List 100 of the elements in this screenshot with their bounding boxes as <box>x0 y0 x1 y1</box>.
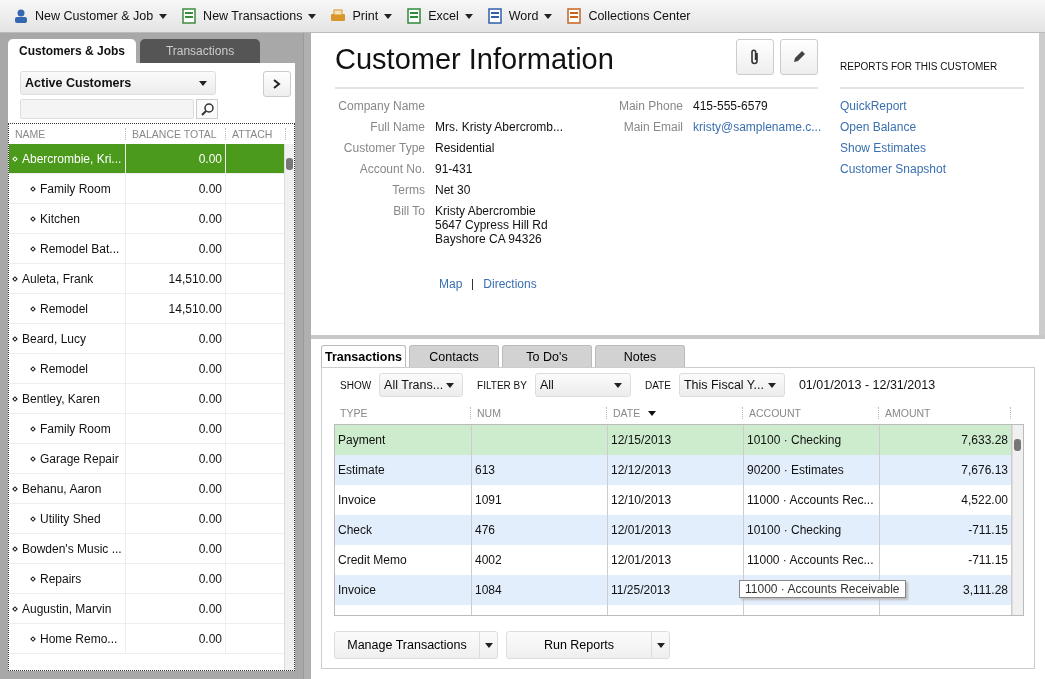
details-tab[interactable]: Notes <box>595 345 685 367</box>
view-dropdown[interactable]: Active Customers <box>20 71 216 95</box>
customer-row[interactable]: Family Room 0.00 <box>9 414 286 444</box>
customer-name: Kitchen <box>40 211 81 226</box>
column-header[interactable]: ATTACH <box>226 128 286 140</box>
toolbar-button[interactable]: Collections Center <box>561 4 696 28</box>
report-link[interactable]: Show Estimates <box>840 141 1024 155</box>
report-link[interactable]: QuickReport <box>840 99 1024 113</box>
account-text: 11000 · Accounts Rec... <box>747 553 874 567</box>
details-tab[interactable]: Contacts <box>409 345 499 367</box>
customer-name: Behanu, Aaron <box>22 481 102 496</box>
transaction-row[interactable]: Estimate 613 12/12/2013 90200 · Estimates 7,676.13 <box>335 455 1012 485</box>
scrollbar[interactable] <box>284 144 295 670</box>
email-link[interactable]: kristy@samplename.c... <box>693 120 822 134</box>
transaction-row[interactable]: Check 476 12/01/2013 10100 · Checking -711.15 <box>335 515 1012 545</box>
customer-name: Bentley, Karen <box>22 391 100 406</box>
amount-text: -711.15 <box>968 523 1008 537</box>
split-button[interactable]: Run Reports <box>506 631 670 659</box>
scrollbar[interactable] <box>1039 33 1045 335</box>
column-header[interactable]: ACCOUNT <box>743 407 879 419</box>
panel-tab[interactable]: Transactions <box>140 39 260 63</box>
customer-row[interactable]: Bowden's Music ... 0.00 <box>9 534 286 564</box>
map-link[interactable]: Directions <box>483 277 537 291</box>
column-header[interactable]: TYPE <box>334 407 471 419</box>
caret-icon <box>446 382 455 388</box>
customer-row[interactable]: Utility Shed 0.00 <box>9 504 286 534</box>
split-button[interactable]: Manage Transactions <box>334 631 498 659</box>
panel-tab[interactable]: Customers & Jobs <box>8 39 136 63</box>
customer-name: Utility Shed <box>40 511 101 526</box>
customer-row[interactable]: Beard, Lucy 0.00 <box>9 324 286 354</box>
column-header[interactable]: DATE <box>607 407 743 419</box>
column-header[interactable]: BALANCE TOTAL <box>126 128 226 140</box>
field-value: Mrs. Kristy Abercromb... <box>435 120 565 134</box>
column-header[interactable]: NAME <box>9 128 126 140</box>
date-text: 12/12/2013 <box>611 463 672 477</box>
expand-button[interactable] <box>263 71 292 97</box>
toolbar-button[interactable]: New Transactions <box>176 4 322 28</box>
attach-button[interactable] <box>736 39 774 75</box>
transaction-row[interactable]: Payment 12/15/2013 10100 · Checking 7,633.28 <box>335 425 1012 455</box>
pencil-icon <box>791 49 807 65</box>
caret-icon <box>384 13 393 19</box>
report-link[interactable]: Open Balance <box>840 120 1024 134</box>
paperclip-icon <box>750 49 760 65</box>
customer-name: Auleta, Frank <box>22 271 94 286</box>
filter-dropdown[interactable]: This Fiscal Y... <box>678 373 785 397</box>
caret-icon <box>308 13 317 19</box>
balance-value: 0.00 <box>198 451 222 466</box>
document-icon <box>181 8 198 24</box>
scrollbar[interactable] <box>1012 425 1023 615</box>
balance-value: 0.00 <box>198 241 222 256</box>
customer-row[interactable]: Remodel 14,510.00 <box>9 294 286 324</box>
customer-row[interactable]: Home Remo... 0.00 <box>9 624 286 654</box>
caret-icon <box>613 382 622 388</box>
field-label: Account No. <box>358 162 425 176</box>
amount-text: -711.15 <box>968 553 1008 567</box>
report-link[interactable]: Customer Snapshot <box>840 162 1024 176</box>
filter-dropdown[interactable]: All Trans... <box>379 373 464 397</box>
caret-icon <box>544 13 553 19</box>
customer-name: Remodel <box>40 361 89 376</box>
search-button[interactable] <box>196 99 218 119</box>
customer-row[interactable]: Auleta, Frank 14,510.00 <box>9 264 286 294</box>
toolbar-button[interactable]: Excel <box>401 4 478 28</box>
transaction-row[interactable]: Credit Memo 4002 12/01/2013 11000 · Accounts Rec... -711.15 <box>335 545 1012 575</box>
field-value: 415-555-6579 <box>693 99 769 113</box>
customer-row[interactable]: Bentley, Karen 0.00 <box>9 384 286 414</box>
toolbar-button[interactable]: New Customer & Job <box>8 4 173 28</box>
map-link[interactable]: Map <box>439 277 463 291</box>
column-header[interactable]: AMOUNT <box>879 407 1011 419</box>
balance-value: 0.00 <box>198 211 222 226</box>
customer-row[interactable]: Repairs 0.00 <box>9 564 286 594</box>
toolbar-button[interactable]: Print <box>325 4 398 28</box>
filter-label: DATE <box>644 379 671 391</box>
search-field[interactable] <box>20 99 194 119</box>
customer-row[interactable]: Family Room 0.00 <box>9 174 286 204</box>
customer-row[interactable]: Abercrombie, Kri... 0.00 <box>9 144 286 174</box>
column-header[interactable]: NUM <box>471 407 607 419</box>
customer-name: Abercrombie, Kri... <box>22 151 122 166</box>
details-tab[interactable]: Transactions <box>321 345 406 367</box>
customer-row[interactable]: Garage Repair 0.00 <box>9 444 286 474</box>
filter-dropdown[interactable]: All <box>534 373 631 397</box>
type-text: Credit Memo <box>338 553 407 567</box>
num-text: 613 <box>475 463 496 477</box>
balance-value: 0.00 <box>198 571 222 586</box>
customer-row[interactable]: Remodel 0.00 <box>9 354 286 384</box>
num-text: 4002 <box>475 553 502 567</box>
customer-row[interactable]: Kitchen 0.00 <box>9 204 286 234</box>
customer-row[interactable]: Behanu, Aaron 0.00 <box>9 474 286 504</box>
details-tab[interactable]: To Do's <box>502 345 592 367</box>
balance-value: 0.00 <box>198 361 222 376</box>
customer-row[interactable]: Remodel Bat... 0.00 <box>9 234 286 264</box>
field-label: Full Name <box>369 120 425 134</box>
customer-row[interactable]: Augustin, Marvin 0.00 <box>9 594 286 624</box>
date-text: 12/01/2013 <box>611 523 672 537</box>
toolbar-button[interactable]: Word <box>481 4 558 28</box>
printer-icon <box>330 8 347 24</box>
edit-button[interactable] <box>780 39 818 75</box>
balance-value: 0.00 <box>198 511 222 526</box>
address-value: Kristy Abercrombie 5647 Cypress Hill Rd Bayshore CA 94326 <box>435 204 549 246</box>
balance-value: 0.00 <box>198 481 222 496</box>
customer-name: Remodel Bat... <box>40 241 120 256</box>
